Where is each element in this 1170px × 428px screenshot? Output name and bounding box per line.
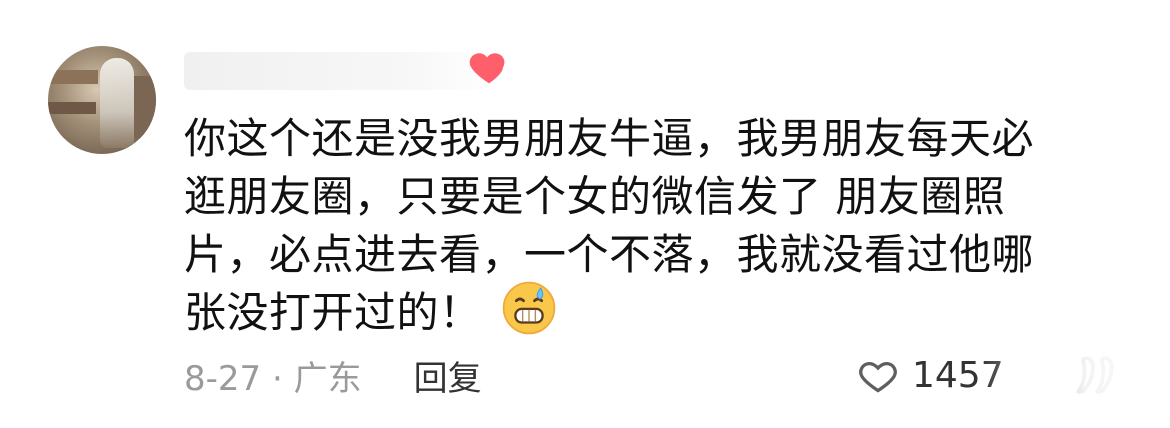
comment-line: 片，必点进去看，一个不落，我就没看过他哪 bbox=[184, 230, 1035, 279]
reply-button[interactable]: 回复 bbox=[414, 351, 482, 400]
comment-text: 你这个还是没我男朋友牛逼，我男朋友每天必 逛朋友圈，只要是个女的微信发了 朋友圈… bbox=[184, 110, 1094, 342]
grinning-sweat-emoji bbox=[502, 281, 556, 335]
comment-line: 逛朋友圈，只要是个女的微信发了 朋友圈照 bbox=[184, 172, 1006, 221]
comment-line: 你这个还是没我男朋友牛逼，我男朋友每天必 bbox=[184, 114, 1035, 163]
comment-meta: 8-27 · 广东 回复 bbox=[184, 351, 482, 400]
comment-card: 你这个还是没我男朋友牛逼，我男朋友每天必 逛朋友圈，只要是个女的微信发了 朋友圈… bbox=[0, 0, 1170, 428]
date-location: 8-27 · 广东 bbox=[184, 358, 362, 399]
heart-icon bbox=[469, 53, 505, 84]
comment-line: 张没打开过的！ bbox=[184, 288, 482, 337]
username-redacted[interactable] bbox=[184, 52, 500, 90]
fade-overlay bbox=[980, 348, 1170, 408]
avatar[interactable] bbox=[48, 46, 156, 154]
heart-outline-icon bbox=[859, 361, 897, 393]
